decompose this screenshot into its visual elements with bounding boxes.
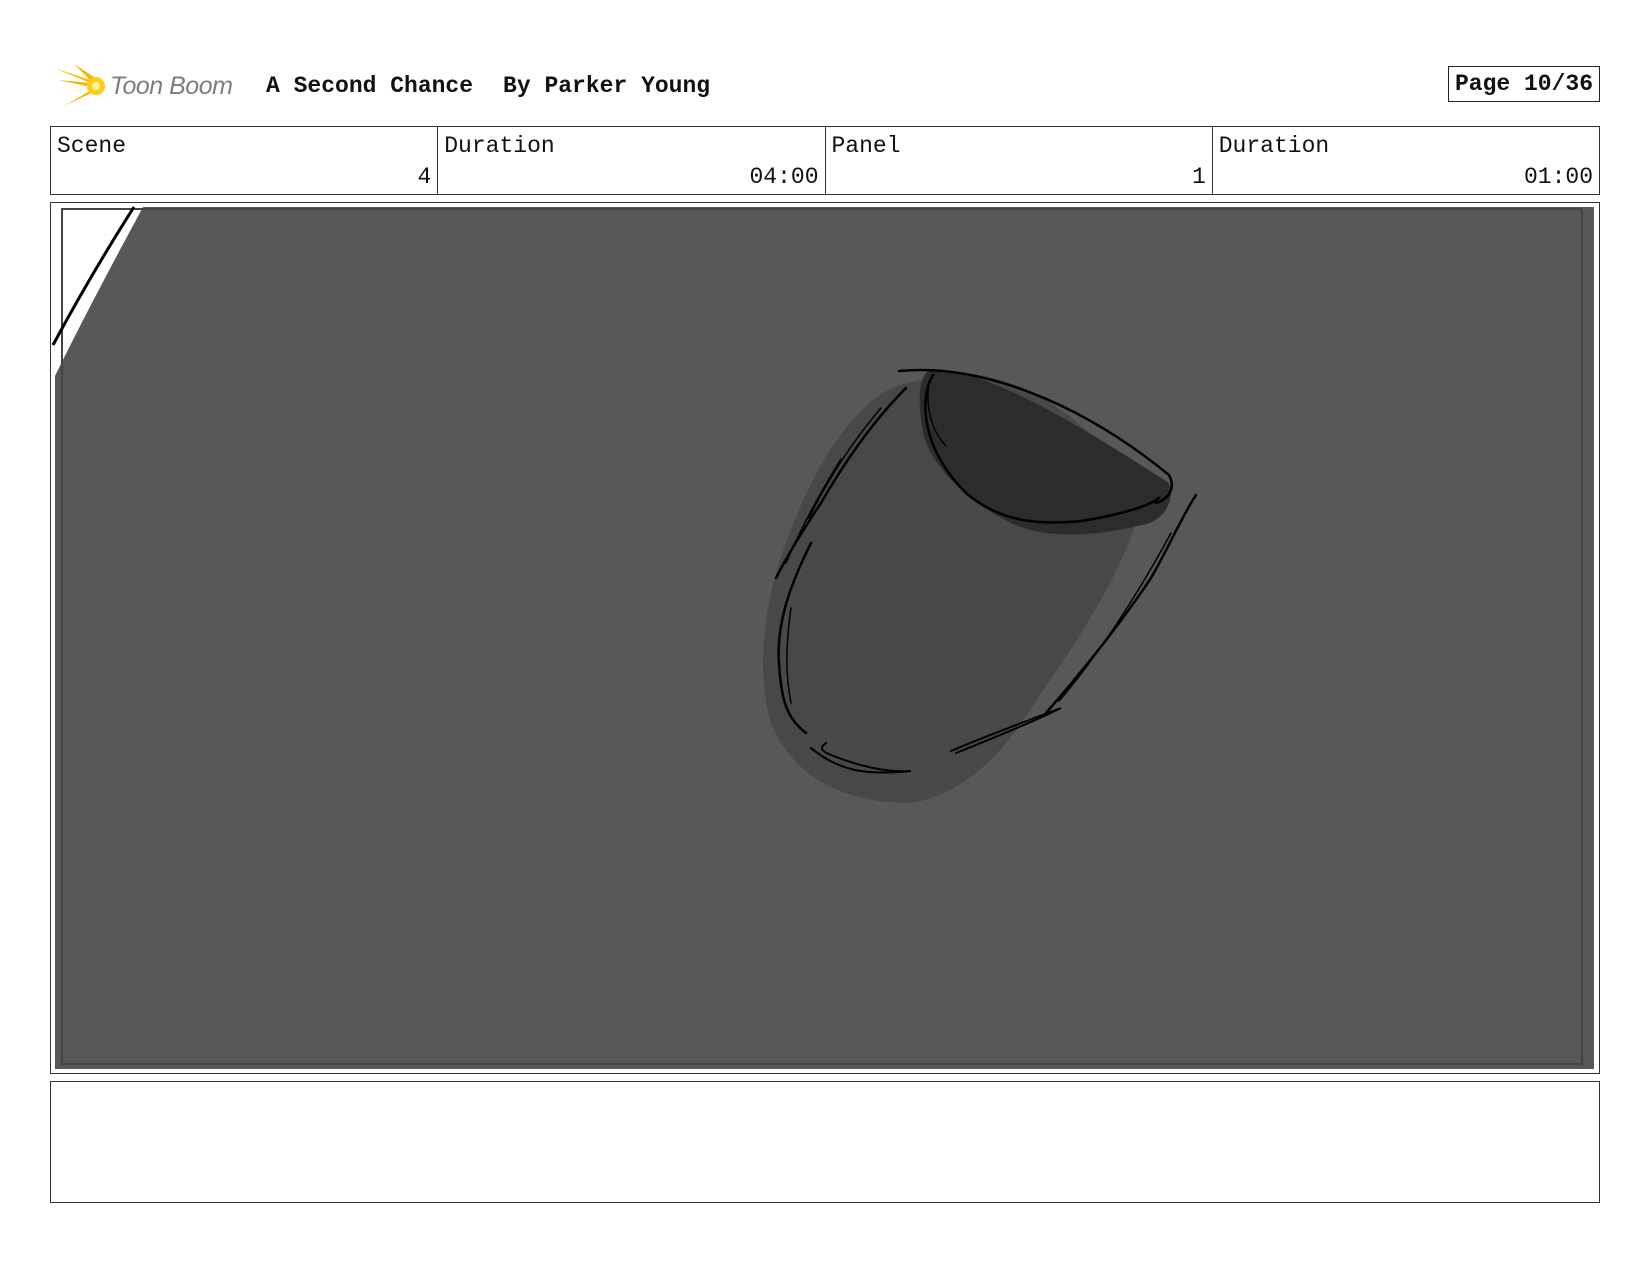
panel-duration-label: Duration — [1218, 133, 1330, 159]
panel-duration-cell: Duration 01:00 — [1213, 127, 1599, 194]
sunburst-icon — [54, 64, 105, 106]
logo-text: Toon Boom — [110, 72, 233, 100]
panel-sketch — [51, 206, 1594, 1069]
scene-label: Scene — [57, 133, 127, 159]
storyboard-title-line: A Second Chance By Parker Young — [266, 73, 710, 99]
page-number-badge: Page 10/36 — [1447, 66, 1600, 102]
scene-cell: Scene 4 — [51, 127, 439, 194]
notes-box — [50, 1081, 1600, 1203]
storyboard-panel — [50, 202, 1600, 1074]
scene-duration-value: 04:00 — [749, 164, 819, 190]
project-title: A Second Chance — [266, 73, 474, 99]
scene-value: 4 — [417, 164, 432, 190]
panel-duration-value: 01:00 — [1523, 164, 1593, 190]
panel-info-row: Scene 4 Duration 04:00 Panel 1 Duration … — [50, 126, 1600, 195]
panel-label: Panel — [831, 133, 901, 159]
project-author: By Parker Young — [503, 73, 711, 99]
scene-duration-label: Duration — [444, 133, 555, 159]
panel-cell: Panel 1 — [826, 127, 1213, 194]
scene-duration-cell: Duration 04:00 — [438, 127, 826, 194]
panel-value: 1 — [1191, 164, 1206, 190]
toon-boom-logo: Toon Boom — [52, 62, 252, 110]
storyboard-header: Toon Boom A Second Chance By Parker Young… — [50, 58, 1600, 110]
